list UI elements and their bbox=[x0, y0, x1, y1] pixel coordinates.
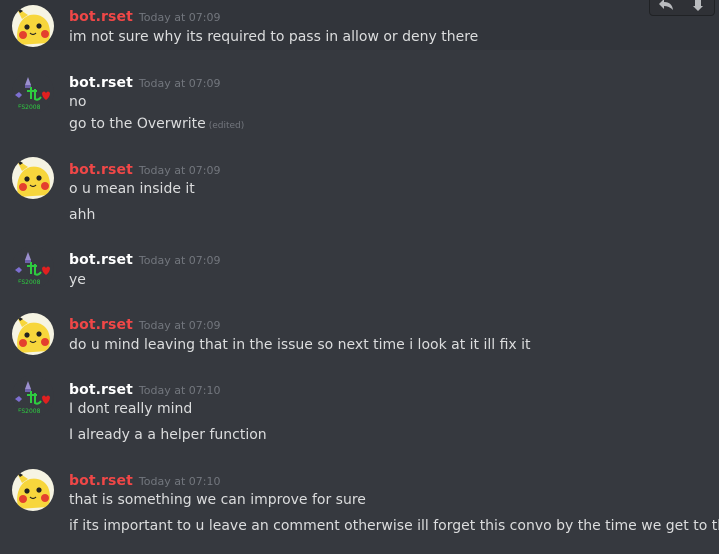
timestamp: Today at 07:09 bbox=[138, 11, 221, 24]
message-group[interactable]: bot.rset Today at 07:10 that is something… bbox=[0, 465, 719, 554]
username[interactable]: bot.rset bbox=[69, 382, 133, 398]
message-text: ahh bbox=[69, 207, 96, 223]
reply-icon[interactable] bbox=[655, 0, 677, 13]
user-avatar[interactable]: FS2008 bbox=[12, 375, 54, 417]
timestamp: Today at 07:10 bbox=[138, 384, 221, 397]
message-text: im not sure why its required to pass in … bbox=[69, 29, 479, 45]
timestamp: Today at 07:09 bbox=[138, 319, 221, 332]
edited-label: (edited) bbox=[208, 121, 245, 131]
message-group[interactable]: FS2008 bot.rset Today at 07:09 no go to t… bbox=[0, 66, 719, 146]
timestamp: Today at 07:09 bbox=[138, 254, 221, 267]
username[interactable]: bot.rset bbox=[69, 252, 133, 268]
username[interactable]: bot.rset bbox=[69, 317, 133, 333]
message-text: no bbox=[69, 94, 87, 110]
timestamp: Today at 07:09 bbox=[138, 164, 221, 177]
username[interactable]: bot.rset bbox=[69, 162, 133, 178]
timestamp: Today at 07:10 bbox=[138, 475, 221, 488]
user-avatar[interactable]: FS2008 bbox=[12, 246, 54, 288]
message-text: if its important to u leave an comment o… bbox=[69, 518, 719, 534]
message-group[interactable]: bot.rset Today at 07:09 do u mind leaving… bbox=[0, 309, 719, 369]
message-text: o u mean inside it bbox=[69, 181, 195, 197]
message-actions-toolbar bbox=[649, 0, 715, 16]
message-text: ye bbox=[69, 272, 86, 288]
message-group[interactable]: FS2008 bot.rset Today at 07:09 ye bbox=[0, 245, 719, 305]
user-avatar[interactable] bbox=[12, 5, 54, 47]
more-icon[interactable] bbox=[687, 0, 709, 13]
message-text: I dont really mind bbox=[69, 401, 193, 417]
svg-text:FS2008: FS2008 bbox=[18, 408, 41, 415]
username[interactable]: bot.rset bbox=[69, 75, 133, 91]
message-text: go to the Overwrite (edited) bbox=[69, 115, 244, 135]
message-group[interactable]: FS2008 bot.rset Today at 07:10 I dont rea… bbox=[0, 374, 719, 454]
username[interactable]: bot.rset bbox=[69, 473, 133, 489]
user-avatar[interactable]: FS2008 bbox=[12, 71, 54, 113]
message-text: I already a a helper function bbox=[69, 427, 267, 443]
user-avatar[interactable] bbox=[12, 157, 54, 199]
username[interactable]: bot.rset bbox=[69, 9, 133, 25]
user-avatar[interactable] bbox=[12, 469, 54, 511]
message-text: that is something we can improve for sur… bbox=[69, 492, 366, 508]
message-text-content: go to the Overwrite bbox=[69, 116, 206, 132]
message-text: do u mind leaving that in the issue so n… bbox=[69, 337, 531, 353]
timestamp: Today at 07:09 bbox=[138, 77, 221, 90]
svg-text:FS2008: FS2008 bbox=[18, 279, 41, 286]
svg-text:FS2008: FS2008 bbox=[18, 104, 41, 111]
message-group[interactable]: bot.rset Today at 07:09 im not sure why i… bbox=[0, 0, 719, 50]
user-avatar[interactable] bbox=[12, 313, 54, 355]
message-group[interactable]: bot.rset Today at 07:09 o u mean inside i… bbox=[0, 153, 719, 233]
